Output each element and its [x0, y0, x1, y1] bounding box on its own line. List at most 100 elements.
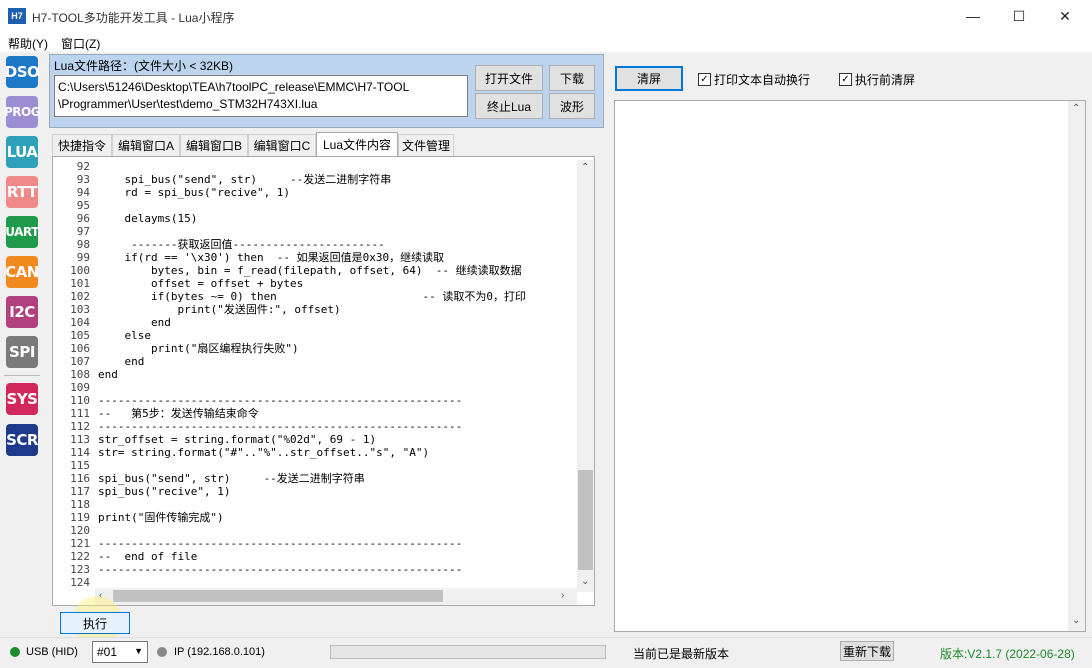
line-number: 100 — [70, 264, 90, 277]
line-number: 99 — [76, 251, 90, 264]
window-title: H7-TOOL多功能开发工具 - Lua小程序 — [32, 11, 235, 25]
code-line: 94 rd = spi_bus("recive", 1) — [56, 186, 290, 199]
ip-status-label: IP (192.168.0.101) — [174, 646, 265, 658]
line-number: 124 — [70, 576, 90, 589]
line-number: 92 — [76, 160, 90, 173]
line-number: 95 — [76, 199, 90, 212]
code-text: spi_bus("recive", 1) — [98, 485, 231, 498]
sys-button[interactable]: SYS — [6, 383, 38, 415]
tab-edit-b[interactable]: 编辑窗口B — [180, 134, 248, 156]
line-number: 103 — [70, 303, 90, 316]
rtt-button[interactable]: RTT — [6, 176, 38, 208]
close-icon[interactable]: ✕ — [1042, 0, 1088, 32]
ip-status-icon — [157, 647, 167, 657]
code-text: ----------------------------------------… — [98, 563, 463, 576]
code-text: rd = spi_bus("recive", 1) — [98, 186, 291, 199]
title-bar: H7 H7-TOOL多功能开发工具 - Lua小程序 — ☐ ✕ — [0, 0, 1092, 32]
uart-button[interactable]: UART — [5, 216, 39, 248]
code-text: ----------------------------------------… — [98, 394, 463, 407]
dso-button[interactable]: DSO — [5, 56, 40, 88]
line-number: 112 — [70, 420, 90, 433]
code-line: 92 — [56, 160, 98, 173]
auto-wrap-label: 打印文本自动换行 — [714, 73, 811, 87]
scroll-down-icon[interactable]: ⌄ — [581, 576, 589, 587]
path-field[interactable]: C:\Users\51246\Desktop\TEA\h7toolPC_rele… — [54, 75, 468, 117]
code-line: 123 -------------------------------------… — [56, 563, 462, 576]
code-line: 124 — [56, 576, 98, 589]
execute-button[interactable]: 执行 — [60, 612, 130, 634]
path-label: Lua文件路径：(文件大小 < 32KB) — [54, 59, 234, 73]
code-line: 99 if(rd == '\x30') then -- 如果返回值是0x30，继… — [56, 251, 444, 264]
horizontal-scrollbar[interactable]: ‹ › — [95, 588, 577, 605]
can-button[interactable]: CAN — [5, 256, 39, 288]
download-button[interactable]: 下载 — [549, 65, 595, 91]
maximize-icon[interactable]: ☐ — [996, 0, 1042, 32]
code-line: 116 spi_bus("send", str) --发送二进制字符串 — [56, 472, 365, 485]
module-sidebar: DSO PROG LUA RTT UART CAN I2C SPI SYS SC… — [0, 52, 44, 636]
code-line: 115 — [56, 459, 98, 472]
scroll-right-icon[interactable]: › — [561, 590, 564, 601]
minimize-icon[interactable]: — — [950, 0, 996, 32]
tab-quick-commands[interactable]: 快捷指令 — [52, 134, 112, 156]
vertical-scrollbar[interactable]: ⌃ ⌄ — [577, 160, 594, 592]
clear-screen-button[interactable]: 清屏 — [615, 66, 683, 91]
menu-window[interactable]: 窗口(Z) — [61, 35, 100, 52]
code-text: print("固件传输完成") — [98, 511, 224, 524]
vertical-scroll-thumb[interactable] — [578, 470, 593, 570]
code-editor[interactable]: 92 93 spi_bus("send", str) --发送二进制字符串 94 r… — [52, 156, 595, 606]
code-text: else — [98, 329, 151, 342]
output-scroll-down-icon[interactable]: ⌄ — [1072, 615, 1080, 626]
menu-bar: 帮助(Y) 窗口(Z) — [0, 32, 1092, 52]
code-line: 112 -------------------------------------… — [56, 420, 462, 433]
auto-wrap-checkbox[interactable]: ✓ 打印文本自动换行 — [698, 71, 810, 88]
spi-button[interactable]: SPI — [6, 336, 38, 368]
code-text: if(rd == '\x30') then -- 如果返回值是0x30，继续读取 — [98, 251, 445, 264]
code-line: 121 -------------------------------------… — [56, 537, 462, 550]
open-file-button[interactable]: 打开文件 — [475, 65, 543, 91]
line-number: 116 — [70, 472, 90, 485]
tab-edit-c[interactable]: 编辑窗口C — [248, 134, 316, 156]
clear-before-exec-checkbox[interactable]: ✓ 执行前清屏 — [839, 71, 915, 88]
sidebar-divider — [4, 375, 40, 376]
device-select[interactable]: #01 ▼ — [92, 641, 148, 663]
path-line-2: \Programmer\User\test\demo_STM32H743XI.l… — [58, 97, 318, 111]
code-line: 103 print("发送固件:", offset) — [56, 303, 341, 316]
code-text: -- 第5步：发送传输结束命令 — [98, 407, 259, 420]
code-line: 114 str= string.format("#".."%"..str_offs… — [56, 446, 429, 459]
i2c-button[interactable]: I2C — [6, 296, 38, 328]
horizontal-scroll-thumb[interactable] — [113, 590, 443, 602]
code-line: 120 — [56, 524, 98, 537]
auto-wrap-check-icon[interactable]: ✓ — [698, 73, 711, 86]
prog-button[interactable]: PROG — [4, 96, 41, 128]
line-number: 102 — [70, 290, 90, 303]
tab-file-manager[interactable]: 文件管理 — [398, 134, 454, 156]
code-area[interactable]: 92 93 spi_bus("send", str) --发送二进制字符串 94 r… — [56, 160, 576, 592]
output-text-area[interactable]: ⌃ ⌄ — [614, 100, 1086, 632]
output-scrollbar[interactable]: ⌃ ⌄ — [1068, 101, 1085, 631]
chevron-down-icon[interactable]: ▼ — [134, 646, 143, 656]
clear-before-exec-label: 执行前清屏 — [855, 73, 916, 87]
wave-button[interactable]: 波形 — [549, 93, 595, 119]
output-scroll-up-icon[interactable]: ⌃ — [1072, 103, 1080, 114]
lua-button[interactable]: LUA — [6, 136, 38, 168]
redownload-button[interactable]: 重新下载 — [840, 641, 894, 661]
line-number: 120 — [70, 524, 90, 537]
code-text: -------获取返回值----------------------- — [98, 238, 385, 251]
tab-edit-a[interactable]: 编辑窗口A — [112, 134, 180, 156]
line-number: 96 — [76, 212, 90, 225]
code-text: spi_bus("send", str) --发送二进制字符串 — [98, 173, 392, 186]
scr-button[interactable]: SCR — [6, 424, 38, 456]
code-line: 105 else — [56, 329, 151, 342]
line-number: 107 — [70, 355, 90, 368]
code-line: 97 — [56, 225, 98, 238]
code-text: delayms(15) — [98, 212, 198, 225]
line-number: 121 — [70, 537, 90, 550]
clear-before-exec-check-icon[interactable]: ✓ — [839, 73, 852, 86]
line-number: 117 — [70, 485, 90, 498]
line-number: 115 — [70, 459, 90, 472]
tab-lua-file-content[interactable]: Lua文件内容 — [316, 132, 398, 156]
scroll-up-icon[interactable]: ⌃ — [581, 162, 589, 173]
menu-help[interactable]: 帮助(Y) — [8, 35, 48, 52]
code-line: 119 print("固件传输完成") — [56, 511, 224, 524]
stop-lua-button[interactable]: 终止Lua — [475, 93, 543, 119]
